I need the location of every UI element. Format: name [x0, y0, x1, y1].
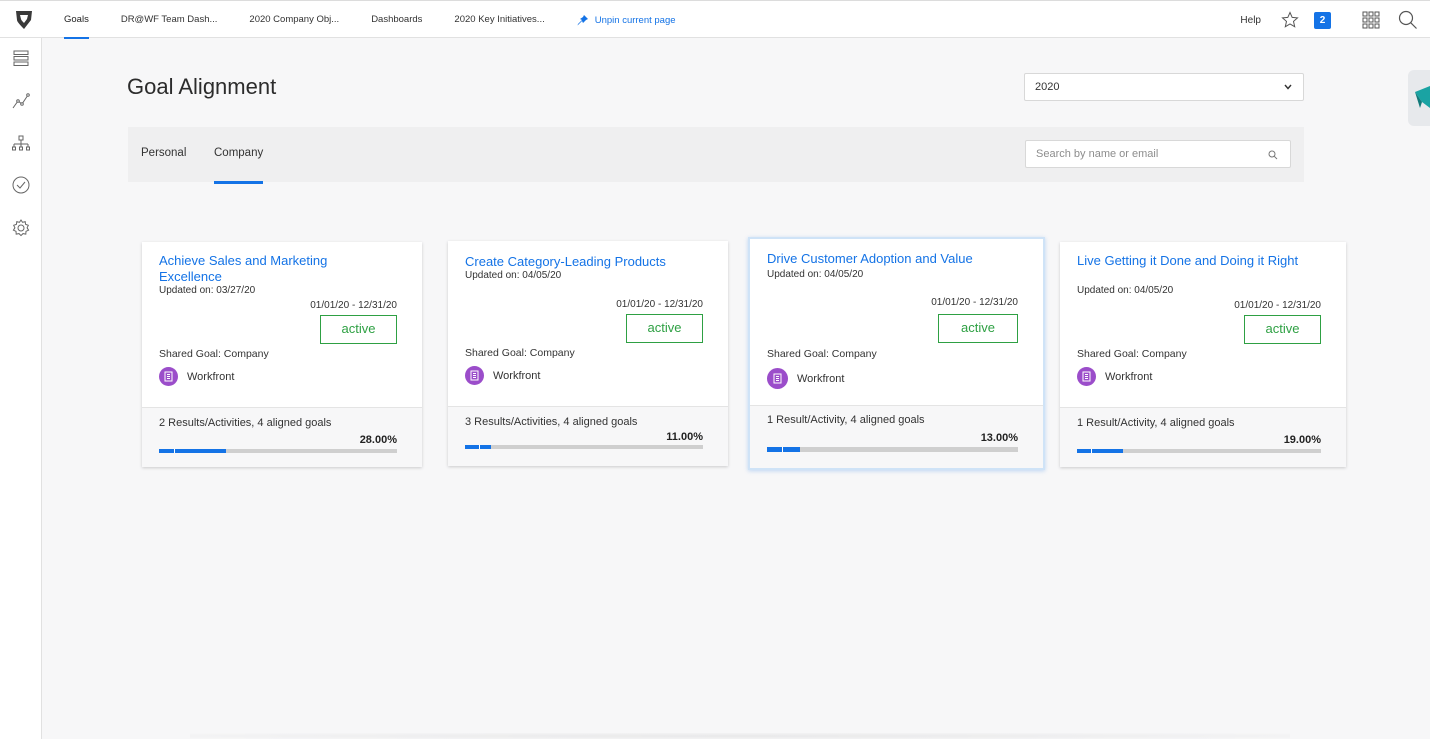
goal-title-link[interactable]: Achieve Sales and Marketing Excellence [159, 253, 389, 285]
pinned-tabs: Goals DR@WF Team Dash... 2020 Company Ob… [64, 1, 676, 39]
goal-card-footer: 3 Results/Activities, 4 aligned goals 11… [448, 406, 728, 466]
shared-goal-label: Shared Goal: Company [1077, 348, 1187, 360]
tab-company[interactable]: Company [214, 147, 264, 184]
progress-percent: 28.00% [359, 434, 397, 446]
progress-percent: 11.00% [666, 431, 703, 443]
shared-goal-label: Shared Goal: Company [465, 347, 575, 359]
results-summary: 1 Result/Activity, 4 aligned goals [767, 414, 925, 426]
top-right-tools: Help 2 [1240, 1, 1430, 39]
team-icon [159, 367, 178, 386]
progress-bar-tick [174, 449, 175, 453]
list-icon[interactable] [11, 48, 31, 68]
progress-bar [159, 449, 397, 453]
top-navigation-bar: Goals DR@WF Team Dash... 2020 Company Ob… [0, 0, 1430, 39]
progress-bar-tick [479, 445, 480, 449]
workfront-logo-icon[interactable] [13, 8, 35, 30]
status-badge: active [626, 314, 703, 343]
progress-bar-fill [1077, 449, 1124, 453]
goal-date-range: 01/01/20 - 12/31/20 [310, 300, 397, 311]
progress-bar [767, 447, 1018, 452]
goal-owner: Workfront [767, 368, 844, 389]
progress-bar-fill [767, 447, 800, 452]
check-circle-icon[interactable] [11, 175, 31, 195]
team-icon [465, 366, 484, 385]
shared-goal-label: Shared Goal: Company [159, 348, 269, 360]
goal-card[interactable]: Achieve Sales and Marketing Excellence U… [142, 242, 422, 467]
owner-name: Workfront [797, 372, 845, 385]
status-badge: active [938, 314, 1018, 343]
goal-card[interactable]: Create Category-Leading Products Updated… [448, 241, 728, 466]
tab-dashboards[interactable]: Dashboards [371, 1, 422, 39]
goal-updated-date: Updated on: 04/05/20 [465, 270, 562, 281]
team-icon [1077, 367, 1096, 386]
goal-filter-bar: Personal Company [128, 127, 1304, 184]
goal-title-link[interactable]: Create Category-Leading Products [465, 254, 695, 270]
app-grid-icon[interactable] [1362, 11, 1380, 29]
goal-title-link[interactable]: Drive Customer Adoption and Value [767, 251, 1027, 267]
goal-owner: Workfront [159, 367, 234, 386]
notification-badge[interactable]: 2 [1314, 11, 1331, 29]
goal-date-range: 01/01/20 - 12/31/20 [1234, 300, 1321, 311]
goal-card-footer: 1 Result/Activity, 4 aligned goals 19.00… [1060, 407, 1346, 467]
side-panel-toggle[interactable] [1408, 70, 1430, 126]
tab-company-objectives[interactable]: 2020 Company Obj... [249, 1, 339, 39]
progress-bar-fill [159, 449, 226, 453]
goal-updated-date: Updated on: 04/05/20 [767, 269, 864, 280]
gear-icon[interactable] [11, 218, 31, 238]
owner-name: Workfront [1105, 370, 1153, 383]
tab-team-dashboard[interactable]: DR@WF Team Dash... [121, 1, 218, 39]
tab-key-initiatives[interactable]: 2020 Key Initiatives... [454, 1, 544, 39]
goal-card-footer: 1 Result/Activity, 4 aligned goals 13.00… [750, 405, 1043, 468]
goal-owner: Workfront [465, 366, 540, 385]
results-summary: 3 Results/Activities, 4 aligned goals [465, 416, 638, 428]
progress-bar-tick [782, 447, 783, 452]
status-badge: active [320, 315, 397, 344]
goal-date-range: 01/01/20 - 12/31/20 [616, 299, 703, 310]
help-link[interactable]: Help [1240, 15, 1261, 26]
owner-name: Workfront [187, 370, 235, 383]
search-icon[interactable] [1268, 150, 1278, 160]
owner-name: Workfront [493, 369, 541, 382]
global-search-icon[interactable] [1398, 10, 1418, 30]
goal-title-link[interactable]: Live Getting it Done and Doing it Right [1077, 253, 1307, 269]
progress-bar-tick [1091, 449, 1092, 453]
progress-percent: 13.00% [980, 432, 1018, 444]
goal-owner: Workfront [1077, 367, 1152, 386]
goal-card-selected[interactable]: Drive Customer Adoption and Value Update… [748, 237, 1045, 470]
goal-card[interactable]: Live Getting it Done and Doing it Right … [1060, 242, 1346, 467]
goal-search [1025, 140, 1291, 168]
left-navigation-rail [0, 38, 42, 739]
chart-line-icon[interactable] [11, 91, 31, 111]
hierarchy-icon[interactable] [11, 134, 31, 154]
year-dropdown-value: 2020 [1035, 81, 1060, 93]
shared-goal-label: Shared Goal: Company [767, 348, 877, 360]
goal-updated-date: Updated on: 03/27/20 [159, 285, 256, 296]
progress-bar [465, 445, 703, 449]
unpin-page-button[interactable]: Unpin current page [577, 1, 676, 39]
page-title: Goal Alignment [127, 74, 277, 99]
chevron-down-icon [1284, 84, 1292, 90]
unpin-label: Unpin current page [594, 14, 676, 26]
year-dropdown[interactable]: 2020 [1024, 73, 1304, 101]
pin-icon [577, 15, 588, 26]
tab-goals[interactable]: Goals [64, 1, 89, 39]
search-input[interactable] [1026, 141, 1256, 167]
goal-card-footer: 2 Results/Activities, 4 aligned goals 28… [142, 407, 422, 467]
results-summary: 1 Result/Activity, 4 aligned goals [1077, 417, 1235, 429]
team-icon [767, 368, 788, 389]
goal-date-range: 01/01/20 - 12/31/20 [931, 297, 1018, 308]
progress-bar [1077, 449, 1321, 453]
page-bottom-shadow [190, 733, 1290, 739]
goal-updated-date: Updated on: 04/05/20 [1077, 285, 1174, 296]
paper-plane-icon [1415, 86, 1430, 108]
results-summary: 2 Results/Activities, 4 aligned goals [159, 417, 332, 429]
status-badge: active [1244, 315, 1321, 344]
star-icon[interactable] [1281, 11, 1299, 29]
progress-percent: 19.00% [1283, 434, 1321, 446]
tab-personal[interactable]: Personal [141, 147, 186, 159]
